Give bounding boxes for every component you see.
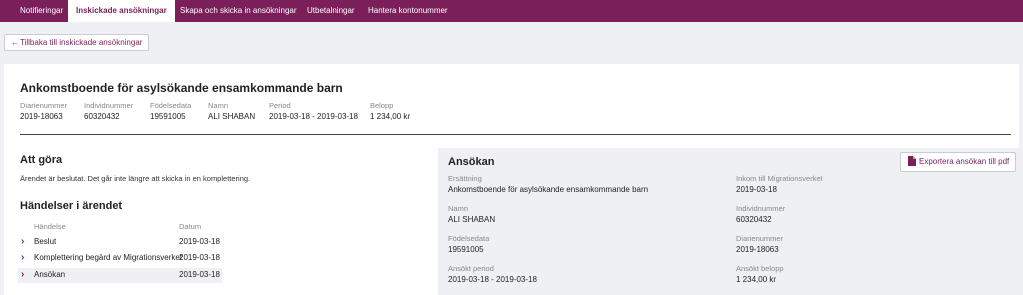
back-button-label: Tillbaka till inskickade ansökningar [20, 38, 143, 47]
todo-heading: Att göra [20, 154, 63, 166]
field-value-diarienummer: 2019-18063 [736, 245, 779, 254]
meta-value-diarienummer: 2019-18063 [20, 112, 63, 121]
field-label-ersattning: Ersättning [448, 174, 482, 183]
field-value-ersattning: Ankomstboende för asylsökande ensamkomma… [448, 185, 649, 194]
event-row[interactable]: › Beslut 2019-03-18 [18, 235, 222, 250]
chevron-right-icon: › [21, 236, 25, 247]
tab-utbetalningar[interactable]: Utbetalningar [299, 0, 363, 22]
divider [20, 134, 1011, 135]
export-pdf-button[interactable]: Exportera ansökan till pdf [900, 152, 1017, 172]
meta-value-individnummer: 60320432 [84, 112, 120, 121]
events-column-datum: Datum [179, 222, 202, 231]
meta-label-diarienummer: Diarienummer [20, 101, 68, 110]
field-value-ansokt-period: 2019-03-18 - 2019-03-18 [448, 275, 537, 284]
field-value-namn: ALI SHABAN [448, 215, 496, 224]
meta-value-belopp: 1 234,00 kr [370, 112, 411, 121]
field-value-inkom: 2019-03-18 [736, 185, 777, 194]
event-date: 2019-03-18 [179, 270, 220, 279]
meta-value-period: 2019-03-18 - 2019-03-18 [269, 112, 358, 121]
field-label-ansokt-period: Ansökt period [448, 264, 494, 273]
field-value-ansokt-belopp: 1 234,00 kr [736, 275, 777, 284]
field-label-ansokt-belopp: Ansökt belopp [736, 264, 784, 273]
field-label-namn: Namn [448, 204, 469, 213]
tab-inskickade-ansokningar[interactable]: Inskickade ansökningar [68, 0, 175, 22]
page-title: Ankomstboende för asylsökande ensamkomma… [20, 81, 343, 95]
pdf-icon [908, 156, 916, 166]
event-row[interactable]: › Komplettering begärd av Migrationsverk… [18, 251, 222, 266]
meta-value-fodelsedata: 19591005 [150, 112, 186, 121]
field-label-fodelsedata: Födelsedata [448, 234, 490, 243]
arrow-left-icon: ← [11, 38, 19, 47]
event-name: Komplettering begärd av Migrationsverket [34, 253, 183, 262]
todo-text: Ärendet är beslutat. Det går inte längre… [20, 174, 251, 183]
tab-skapa-och-skicka[interactable]: Skapa och skicka in ansökningar [172, 0, 305, 22]
chevron-right-icon: › [21, 269, 25, 280]
event-row[interactable]: › Ansökan 2019-03-18 [18, 268, 222, 283]
events-heading: Händelser i ärendet [20, 200, 123, 212]
application-heading: Ansökan [448, 156, 495, 168]
event-date: 2019-03-18 [179, 253, 220, 262]
meta-value-namn: ALI SHABAN [208, 112, 256, 121]
case-card: Ankomstboende för asylsökande ensamkomma… [4, 64, 1023, 295]
meta-label-fodelsedata: Födelsedata [150, 101, 192, 110]
chevron-right-icon: › [21, 252, 25, 263]
field-value-fodelsedata: 19591005 [448, 245, 484, 254]
events-column-handelse: Händelse [34, 222, 66, 231]
field-label-individnummer: Individnummer [736, 204, 786, 213]
tab-hantera-kontonummer[interactable]: Hantera kontonummer [360, 0, 456, 22]
application-panel: Ansökan Exportera ansökan till pdf Ersät… [438, 148, 1023, 295]
meta-label-belopp: Belopp [370, 101, 394, 110]
event-name: Beslut [34, 237, 57, 246]
field-label-inkom: Inkom till Migrationsverket [736, 174, 823, 183]
meta-label-namn: Namn [208, 101, 229, 110]
event-name: Ansökan [34, 270, 66, 279]
top-navigation: Notifieringar Inskickade ansökningar Ska… [0, 0, 1023, 22]
field-value-individnummer: 60320432 [736, 215, 772, 224]
tab-notifieringar[interactable]: Notifieringar [12, 0, 71, 22]
meta-label-period: Period [269, 101, 291, 110]
field-label-diarienummer: Diarienummer [736, 234, 784, 243]
back-button[interactable]: ←Tillbaka till inskickade ansökningar [4, 34, 150, 51]
event-date: 2019-03-18 [179, 237, 220, 246]
export-pdf-label: Exportera ansökan till pdf [919, 157, 1010, 166]
meta-label-individnummer: Individnummer [84, 101, 134, 110]
